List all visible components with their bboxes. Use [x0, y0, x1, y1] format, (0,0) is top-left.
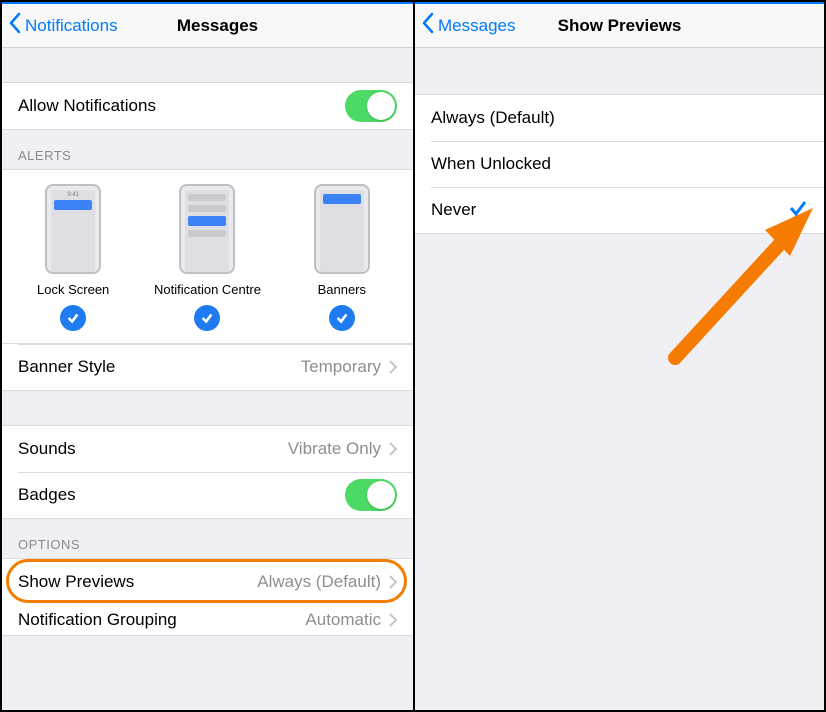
- show-previews-row[interactable]: Show Previews Always (Default): [2, 559, 413, 605]
- check-circle-icon: [194, 305, 220, 331]
- sounds-row[interactable]: Sounds Vibrate Only: [2, 426, 413, 472]
- alert-label: Banners: [318, 282, 366, 297]
- check-circle-icon: [60, 305, 86, 331]
- row-label: Allow Notifications: [18, 96, 156, 116]
- chevron-left-icon: [421, 12, 438, 39]
- lock-screen-preview-icon: 9:41: [45, 184, 101, 274]
- back-button[interactable]: Notifications: [8, 12, 118, 39]
- row-label: Show Previews: [18, 572, 134, 592]
- chevron-right-icon: [389, 442, 397, 456]
- alert-option-lock-screen[interactable]: 9:41 Lock Screen: [13, 184, 133, 331]
- options-header: OPTIONS: [2, 519, 413, 558]
- row-value: Always (Default): [257, 572, 381, 592]
- row-label: Sounds: [18, 439, 76, 459]
- settings-messages-panel: Notifications Messages Allow Notificatio…: [2, 2, 413, 710]
- alerts-header: ALERTS: [2, 130, 413, 169]
- preview-option-always[interactable]: Always (Default): [415, 95, 824, 141]
- notification-centre-preview-icon: [179, 184, 235, 274]
- alert-label: Notification Centre: [154, 282, 261, 297]
- navbar-left: Notifications Messages: [2, 4, 413, 48]
- option-label: When Unlocked: [431, 154, 551, 174]
- chevron-right-icon: [389, 613, 397, 627]
- show-previews-panel: Messages Show Previews Always (Default) …: [413, 2, 824, 710]
- row-value: Automatic: [305, 610, 381, 630]
- banner-style-row[interactable]: Banner Style Temporary: [2, 344, 413, 390]
- banners-preview-icon: [314, 184, 370, 274]
- option-label: Never: [431, 200, 476, 220]
- row-value: Vibrate Only: [288, 439, 381, 459]
- chevron-left-icon: [8, 12, 25, 39]
- option-label: Always (Default): [431, 108, 555, 128]
- notification-grouping-row[interactable]: Notification Grouping Automatic: [2, 605, 413, 635]
- back-label: Messages: [438, 16, 515, 36]
- allow-notifications-row[interactable]: Allow Notifications: [2, 83, 413, 129]
- row-label: Badges: [18, 485, 76, 505]
- alert-option-banners[interactable]: Banners: [282, 184, 402, 331]
- badges-row[interactable]: Badges: [2, 472, 413, 518]
- chevron-right-icon: [389, 360, 397, 374]
- back-button[interactable]: Messages: [421, 12, 515, 39]
- preview-option-when-unlocked[interactable]: When Unlocked: [415, 141, 824, 187]
- alerts-section: 9:41 Lock Screen: [2, 169, 413, 344]
- row-label: Banner Style: [18, 357, 115, 377]
- back-label: Notifications: [25, 16, 118, 36]
- row-value: Temporary: [301, 357, 381, 377]
- checkmark-icon: [788, 199, 808, 222]
- preview-option-never[interactable]: Never: [415, 187, 824, 233]
- navbar-right: Messages Show Previews: [415, 4, 824, 48]
- alert-option-notification-centre[interactable]: Notification Centre: [147, 184, 267, 331]
- chevron-right-icon: [389, 575, 397, 589]
- badges-toggle[interactable]: [345, 479, 397, 511]
- row-label: Notification Grouping: [18, 610, 177, 630]
- check-circle-icon: [329, 305, 355, 331]
- allow-notifications-toggle[interactable]: [345, 90, 397, 122]
- alert-label: Lock Screen: [37, 282, 109, 297]
